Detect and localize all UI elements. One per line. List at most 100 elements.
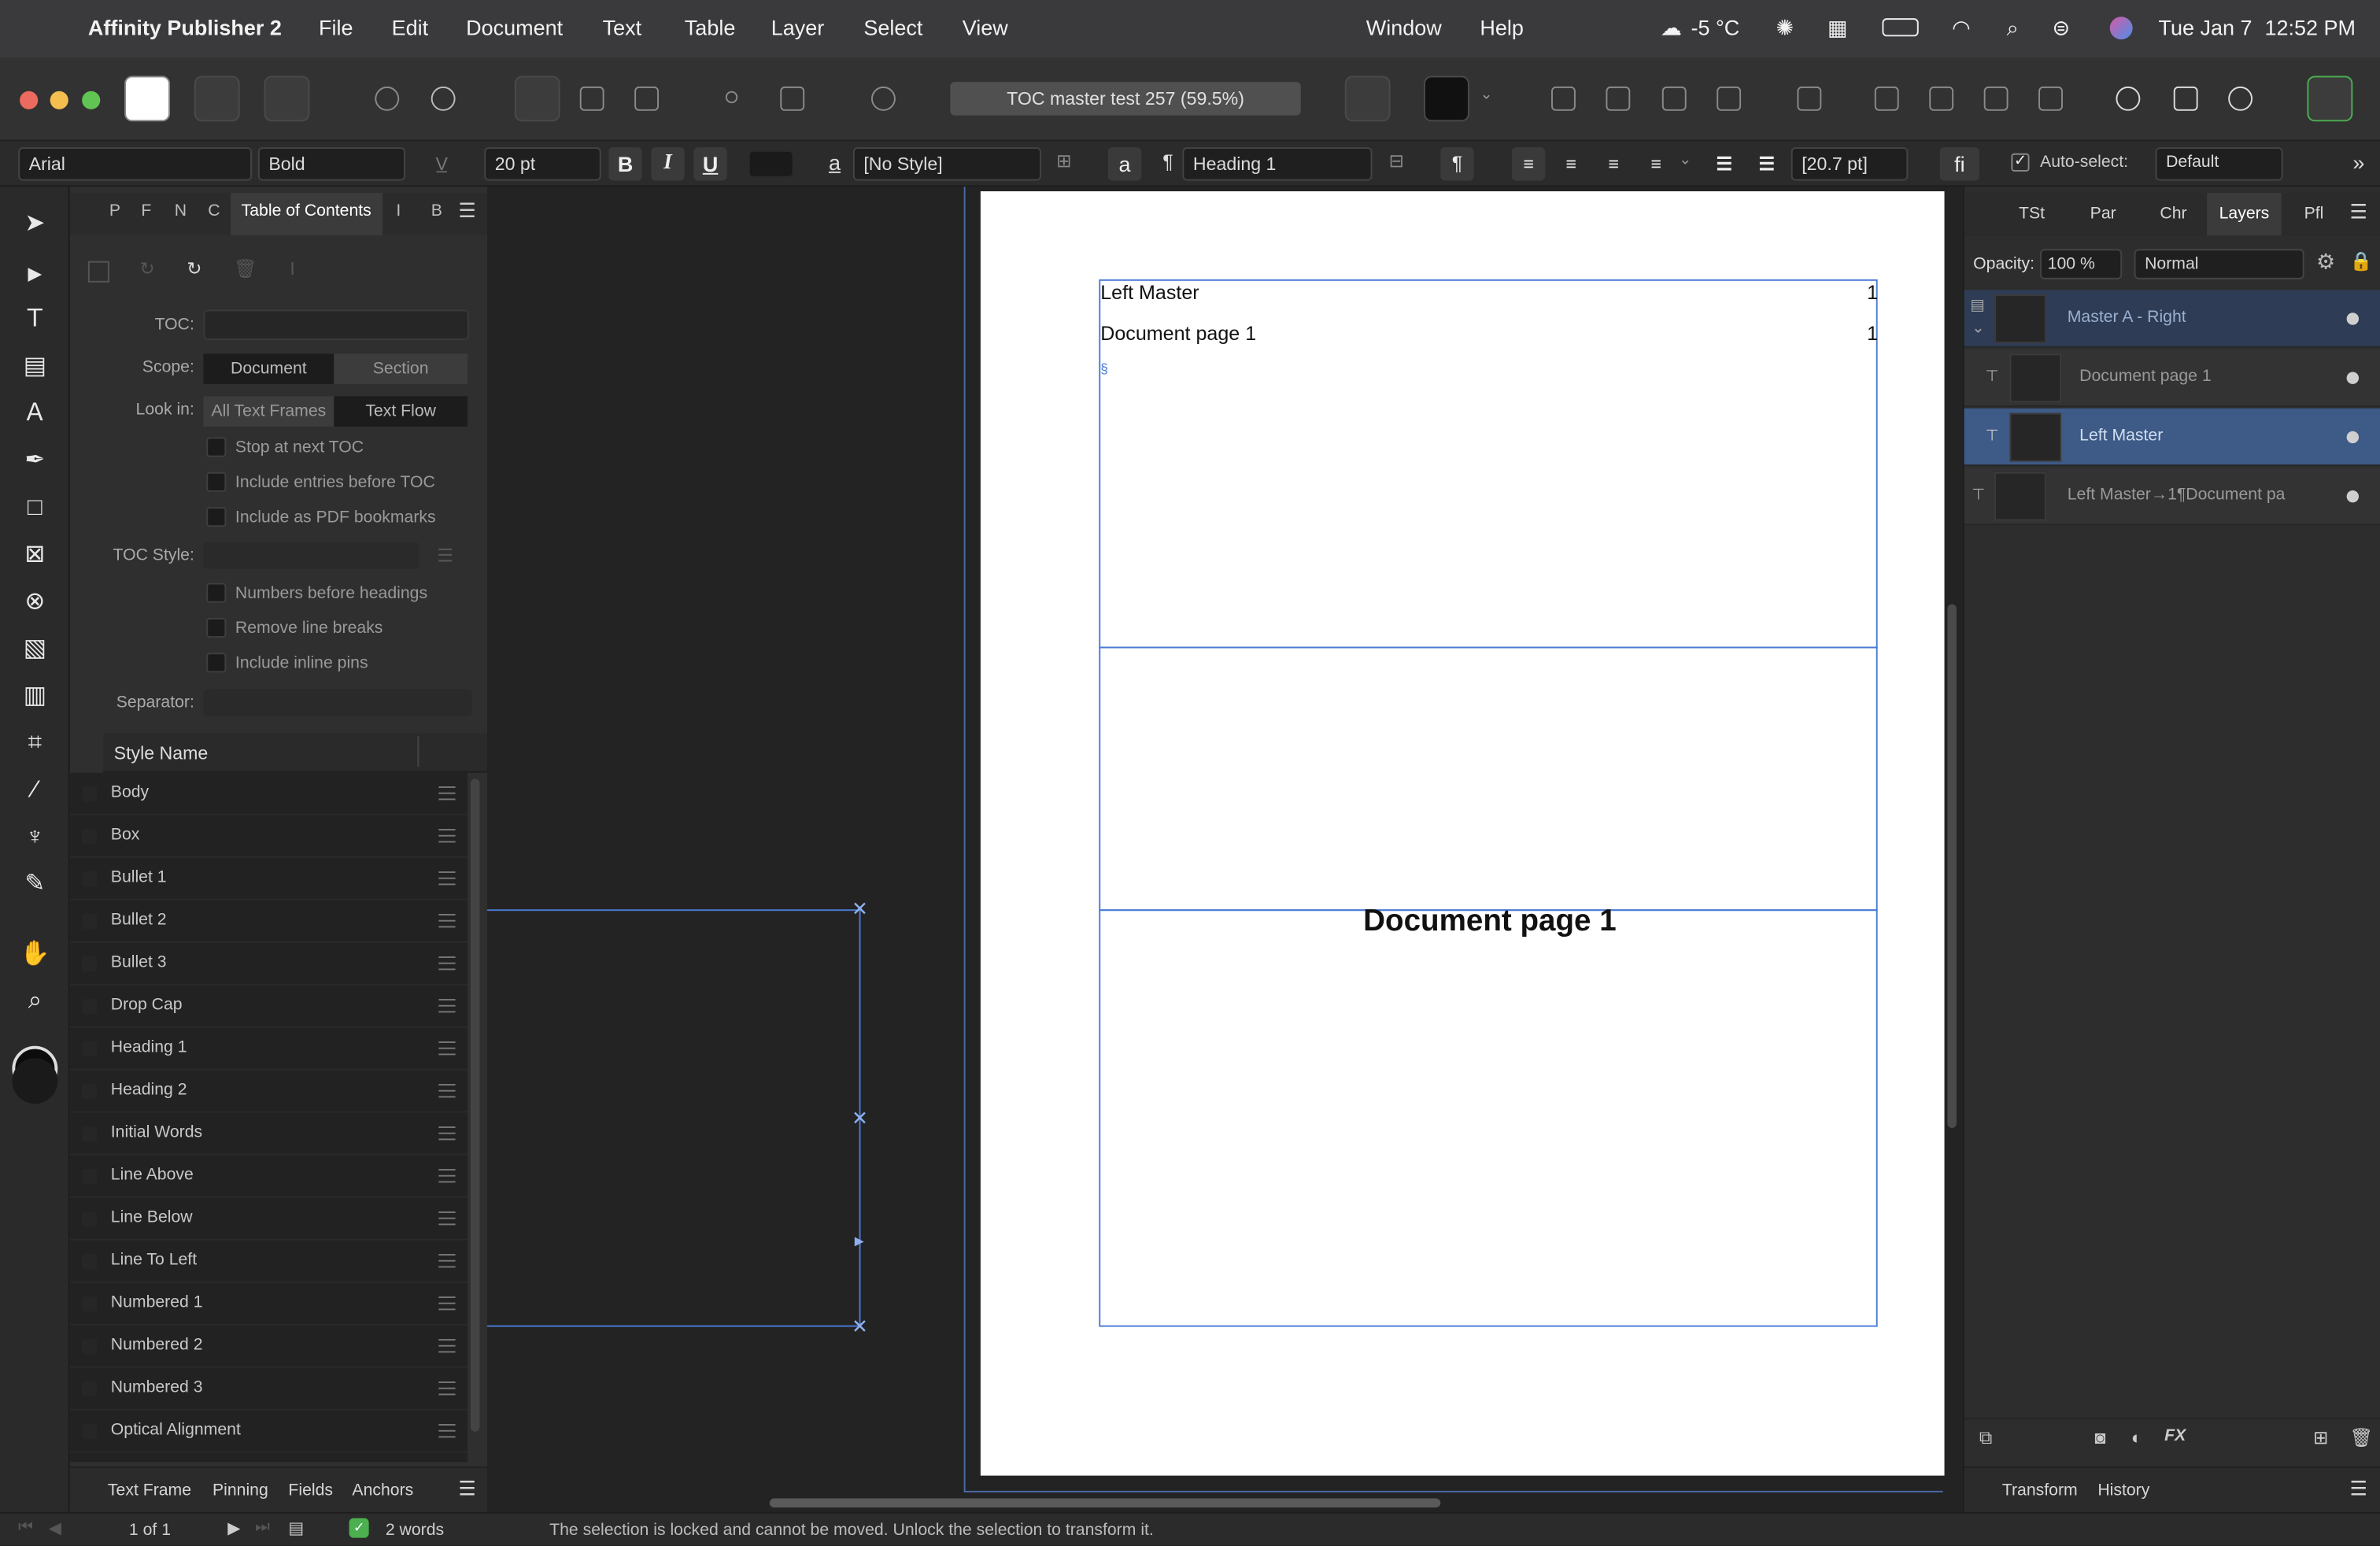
panel-menu-icon[interactable]: ☰ <box>2349 1478 2367 1502</box>
tab-f[interactable]: F <box>141 202 151 220</box>
overflow-icon[interactable]: » <box>2352 150 2364 175</box>
close-window-button[interactable] <box>20 91 39 109</box>
tab-history[interactable]: History <box>2097 1481 2149 1500</box>
tab-b[interactable]: B <box>431 202 442 220</box>
page-icon[interactable]: ▤ <box>288 1518 304 1538</box>
style-row[interactable]: Line Below <box>69 1198 468 1241</box>
wifi-icon[interactable]: ◠ <box>1952 15 1971 41</box>
numbered-list-icon[interactable]: ☰ <box>1750 147 1783 180</box>
fill-gradient-tool-icon[interactable]: ⁄ <box>18 775 51 808</box>
layer-row[interactable]: ⊤ Document page 1 <box>1964 349 2380 407</box>
menu-view[interactable]: View <box>963 15 1008 39</box>
document-page[interactable]: Left Master 1 Document page 1 1 § Docume… <box>980 191 1945 1476</box>
style-row[interactable]: Heading 2 <box>69 1071 468 1113</box>
minimize-window-button[interactable] <box>50 91 68 109</box>
style-row[interactable]: Numbered 3 <box>69 1368 468 1411</box>
openai-icon[interactable]: ✺ <box>1776 15 1794 41</box>
artistic-text-tool-icon[interactable]: Ａ <box>18 398 51 431</box>
keyboard-icon[interactable]: ▦ <box>1828 15 1848 41</box>
delete-layer-icon[interactable]: 🗑 <box>2349 1427 2372 1448</box>
next-page-icon[interactable]: ▶ <box>227 1518 240 1538</box>
layer-row[interactable]: ▤ ⌄ Master A - Right <box>1964 290 2380 348</box>
zoom-window-button[interactable] <box>82 91 101 109</box>
style-row[interactable]: Numbered 1 <box>69 1283 468 1326</box>
font-traits-icon[interactable]: V̲ <box>436 153 448 175</box>
pen-tool-icon[interactable]: ✒ <box>18 445 51 478</box>
paragraph-style-select[interactable]: Heading 1 <box>1182 147 1373 181</box>
paragraph-options-icon[interactable]: ⊟ <box>1389 150 1404 172</box>
autoselect-checkbox[interactable]: ✓ <box>2011 153 2030 172</box>
rectangle-tool-icon[interactable]: □ <box>18 492 51 525</box>
text-wrap-icon[interactable] <box>780 86 805 111</box>
preflight-ok-icon[interactable]: ✓ <box>349 1518 369 1538</box>
font-family-select[interactable]: Arial <box>18 147 253 181</box>
tab-pinning[interactable]: Pinning <box>213 1481 268 1500</box>
tab-layers[interactable]: Layers <box>2207 192 2282 235</box>
panel-menu-icon[interactable]: ☰ <box>458 1478 475 1502</box>
style-row[interactable]: Box <box>69 816 468 858</box>
search-icon[interactable]: ⌕ <box>2007 15 2019 41</box>
tab-p[interactable]: P <box>109 202 120 220</box>
numbers-before-headings-checkbox[interactable] <box>206 583 227 603</box>
margins-icon[interactable] <box>634 86 660 111</box>
text-cursor-icon[interactable]: I <box>290 258 294 279</box>
node-tool-icon[interactable]: ▶ <box>18 257 51 290</box>
gear-icon[interactable]: ⚙ <box>2316 249 2335 275</box>
menu-select[interactable]: Select <box>863 15 922 39</box>
style-row[interactable]: Line Above <box>69 1156 468 1198</box>
flip-horizontal-icon[interactable] <box>1874 86 1899 111</box>
opacity-field[interactable]: 100 % <box>2040 249 2123 279</box>
style-row[interactable]: Bullet 3 <box>69 943 468 986</box>
update-toc-icon[interactable]: ↻ <box>139 258 154 279</box>
selected-frame-outline[interactable] <box>487 909 861 1327</box>
preflight-icon[interactable] <box>431 86 456 111</box>
font-style-select[interactable]: Bold <box>257 147 405 181</box>
update-all-toc-icon[interactable]: ↻ <box>187 258 201 279</box>
zoom-tool-icon[interactable]: ⌕ <box>18 986 51 1019</box>
siri-icon[interactable] <box>2109 17 2133 40</box>
tab-fields[interactable]: Fields <box>288 1481 333 1500</box>
hand-tool-icon[interactable]: ✋ <box>18 938 51 971</box>
character-style-select[interactable]: [No Style] <box>852 147 1042 181</box>
tab-paragraph[interactable]: Par <box>2090 205 2116 223</box>
menu-document[interactable]: Document <box>466 15 563 39</box>
horizontal-scrollbar[interactable] <box>769 1498 1441 1508</box>
menu-layer[interactable]: Layer <box>771 15 825 39</box>
separator-select[interactable] <box>203 689 472 717</box>
blend-mode-select[interactable]: Normal <box>2134 249 2304 279</box>
style-row[interactable]: Drop Cap <box>69 986 468 1028</box>
control-center-icon[interactable]: ⊜ <box>2052 15 2070 41</box>
ellipse-frame-tool-icon[interactable]: ⊗ <box>18 586 51 619</box>
style-row[interactable]: Line To Left <box>69 1241 468 1283</box>
underline-button[interactable]: U <box>693 147 727 181</box>
transparency-tool-icon[interactable]: ♆ <box>18 821 51 854</box>
delete-toc-icon[interactable]: 🗑 <box>234 258 257 279</box>
battery-icon[interactable] <box>1882 18 1919 37</box>
photo-persona-icon[interactable] <box>264 76 310 122</box>
layer-row-selected[interactable]: ⊤ Left Master <box>1964 408 2380 467</box>
tab-n[interactable]: N <box>175 202 187 220</box>
snapping-icon[interactable] <box>1424 76 1469 122</box>
menu-file[interactable]: File <box>319 15 353 39</box>
rotate-icon[interactable] <box>2038 86 2063 111</box>
toc-text-frame[interactable]: Left Master 1 Document page 1 1 § <box>1099 279 1878 649</box>
character-style-button[interactable]: a <box>1107 147 1142 181</box>
toc-style-select[interactable] <box>203 542 419 570</box>
heading-text-frame[interactable]: Document page 1 <box>1099 904 1878 1327</box>
scope-section-button[interactable]: Section <box>334 353 468 384</box>
lookin-all-text-frames-button[interactable]: All Text Frames <box>203 396 334 427</box>
lookin-text-flow-button[interactable]: Text Flow <box>334 396 468 427</box>
show-special-characters-button[interactable]: ¶ <box>1440 147 1474 181</box>
bullet-list-icon[interactable]: ☰ <box>1708 147 1741 180</box>
move-tool-icon[interactable]: ➤ <box>18 208 51 241</box>
include-entries-before-toc-checkbox[interactable] <box>206 472 227 492</box>
preview-icon[interactable] <box>871 86 896 111</box>
toc-select[interactable] <box>203 309 469 341</box>
italic-button[interactable]: I <box>651 147 685 181</box>
align-left-button[interactable]: ≡ <box>1511 147 1546 181</box>
tab-text-styles[interactable]: TSt <box>2019 205 2045 223</box>
justify-button[interactable]: ≡ <box>1639 147 1672 180</box>
align-right-button[interactable]: ≡ <box>1597 147 1630 180</box>
fill-tool-icon[interactable]: ▥ <box>18 680 51 713</box>
text-flow-handle[interactable]: ▶ <box>855 1234 864 1248</box>
